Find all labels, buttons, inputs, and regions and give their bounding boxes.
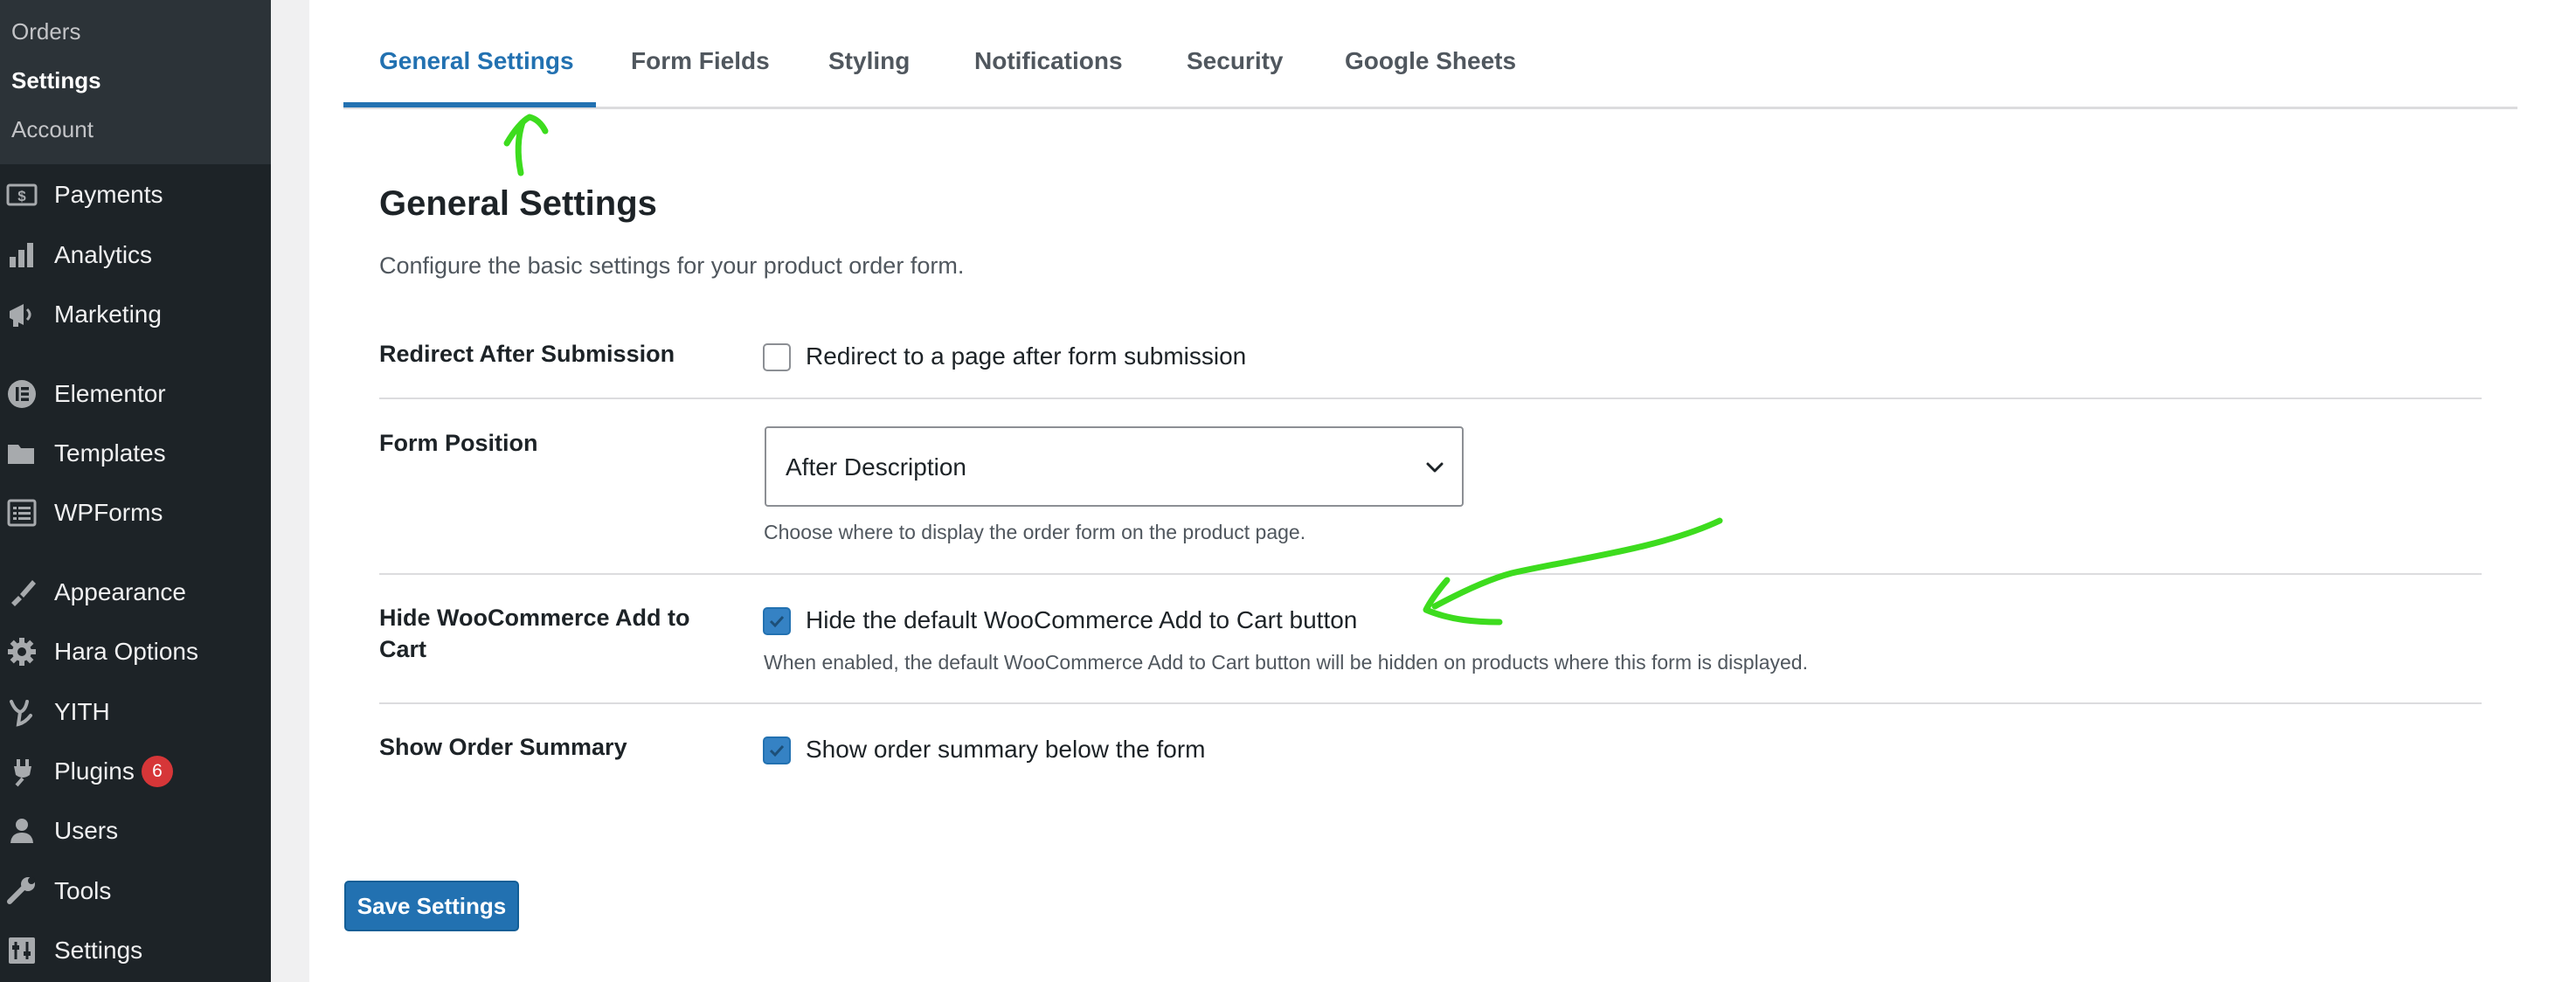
sidebar-item-plugins[interactable]: Plugins 6: [0, 747, 271, 796]
row-divider: [379, 398, 2482, 399]
payments-icon: $: [5, 178, 38, 211]
sidebar-item-templates[interactable]: Templates: [0, 429, 271, 478]
settings-icon: [5, 934, 38, 967]
sidebar-item-label: Hara Options: [54, 638, 198, 665]
redirect-checkbox[interactable]: [763, 343, 791, 371]
woocommerce-submenu: Orders Settings Account: [0, 0, 271, 164]
hide-add-to-cart-checkbox[interactable]: [763, 607, 791, 635]
marketing-icon: [5, 298, 38, 331]
update-count-badge: 6: [142, 756, 173, 787]
sidebar-item-appearance[interactable]: Appearance: [0, 568, 271, 617]
hide-add-to-cart-checkbox-label[interactable]: Hide the default WooCommerce Add to Cart…: [806, 605, 1357, 636]
sidebar-item-label: Settings: [54, 937, 143, 964]
plugins-icon: [5, 755, 38, 788]
chevron-down-icon: [1426, 462, 1444, 473]
sidebar-item-label: Plugins: [54, 757, 135, 785]
section-description: Configure the basic settings for your pr…: [379, 252, 965, 279]
tab-general-settings[interactable]: General Settings: [379, 44, 574, 79]
row-divider: [379, 573, 2482, 575]
submenu-item-settings[interactable]: Settings: [11, 67, 101, 93]
tab-notifications[interactable]: Notifications: [974, 44, 1123, 79]
checkmark-icon: [769, 744, 785, 757]
sidebar-item-payments[interactable]: $ Payments: [0, 170, 271, 219]
sidebar-item-wpforms[interactable]: WPForms: [0, 488, 271, 537]
tab-google-sheets[interactable]: Google Sheets: [1345, 44, 1516, 79]
tab-styling[interactable]: Styling: [828, 44, 910, 79]
sidebar-item-label: Appearance: [54, 578, 187, 605]
checkmark-icon: [769, 615, 785, 628]
sidebar-item-analytics[interactable]: Analytics: [0, 231, 271, 280]
save-settings-button[interactable]: Save Settings: [344, 881, 519, 931]
svg-text:$: $: [17, 188, 26, 204]
templates-icon: [5, 437, 38, 470]
sidebar-item-label: Payments: [54, 181, 163, 208]
sidebar-item-yith[interactable]: YITH: [0, 688, 271, 736]
redirect-checkbox-label[interactable]: Redirect to a page after form submission: [806, 341, 1246, 372]
section-title: General Settings: [379, 184, 657, 223]
elementor-icon: [5, 377, 38, 411]
form-position-help: Choose where to display the order form o…: [764, 521, 1306, 543]
form-position-value: After Description: [786, 453, 966, 481]
sidebar-item-label: Elementor: [54, 380, 166, 407]
sidebar-item-settings[interactable]: Settings: [0, 926, 271, 975]
sidebar-item-label: Users: [54, 817, 119, 844]
tools-icon: [5, 875, 38, 908]
sidebar-item-label: Marketing: [54, 301, 162, 328]
order-summary-label: Show Order Summary: [379, 734, 627, 760]
sidebar-item-tools[interactable]: Tools: [0, 867, 271, 916]
order-summary-checkbox[interactable]: [763, 736, 791, 764]
sidebar-item-label: YITH: [54, 698, 110, 725]
active-tab-indicator: [343, 102, 596, 107]
appearance-icon: [5, 576, 38, 609]
yith-icon: [5, 695, 38, 729]
sidebar-item-label: WPForms: [54, 499, 163, 526]
sidebar-item-users[interactable]: Users: [0, 806, 271, 855]
order-summary-checkbox-label[interactable]: Show order summary below the form: [806, 734, 1206, 765]
settings-tabs: General Settings Form Fields Styling Not…: [343, 0, 2517, 109]
admin-sidebar: Orders Settings Account $ Payments Analy…: [0, 0, 271, 982]
form-position-label: Form Position: [379, 430, 538, 456]
analytics-icon: [5, 239, 38, 272]
tab-form-fields[interactable]: Form Fields: [631, 44, 770, 79]
sidebar-item-label: Tools: [54, 877, 112, 904]
submenu-item-orders[interactable]: Orders: [11, 18, 80, 45]
sidebar-item-marketing[interactable]: Marketing: [0, 290, 271, 339]
sidebar-item-label: Templates: [54, 439, 166, 467]
row-divider: [379, 702, 2482, 704]
form-position-select[interactable]: After Description: [765, 426, 1464, 507]
wpforms-icon: [5, 496, 38, 529]
sidebar-item-hara-options[interactable]: Hara Options: [0, 627, 271, 676]
tab-security[interactable]: Security: [1187, 44, 1284, 79]
gear-icon: [5, 635, 38, 668]
hide-add-to-cart-label: Hide WooCommerce Add to Cart: [379, 605, 690, 662]
users-icon: [5, 814, 38, 847]
sidebar-item-elementor[interactable]: Elementor: [0, 370, 271, 418]
redirect-label: Redirect After Submission: [379, 341, 675, 367]
hide-add-to-cart-help: When enabled, the default WooCommerce Ad…: [764, 651, 1808, 674]
sidebar-item-label: Analytics: [54, 241, 153, 268]
submenu-item-account[interactable]: Account: [11, 116, 93, 142]
